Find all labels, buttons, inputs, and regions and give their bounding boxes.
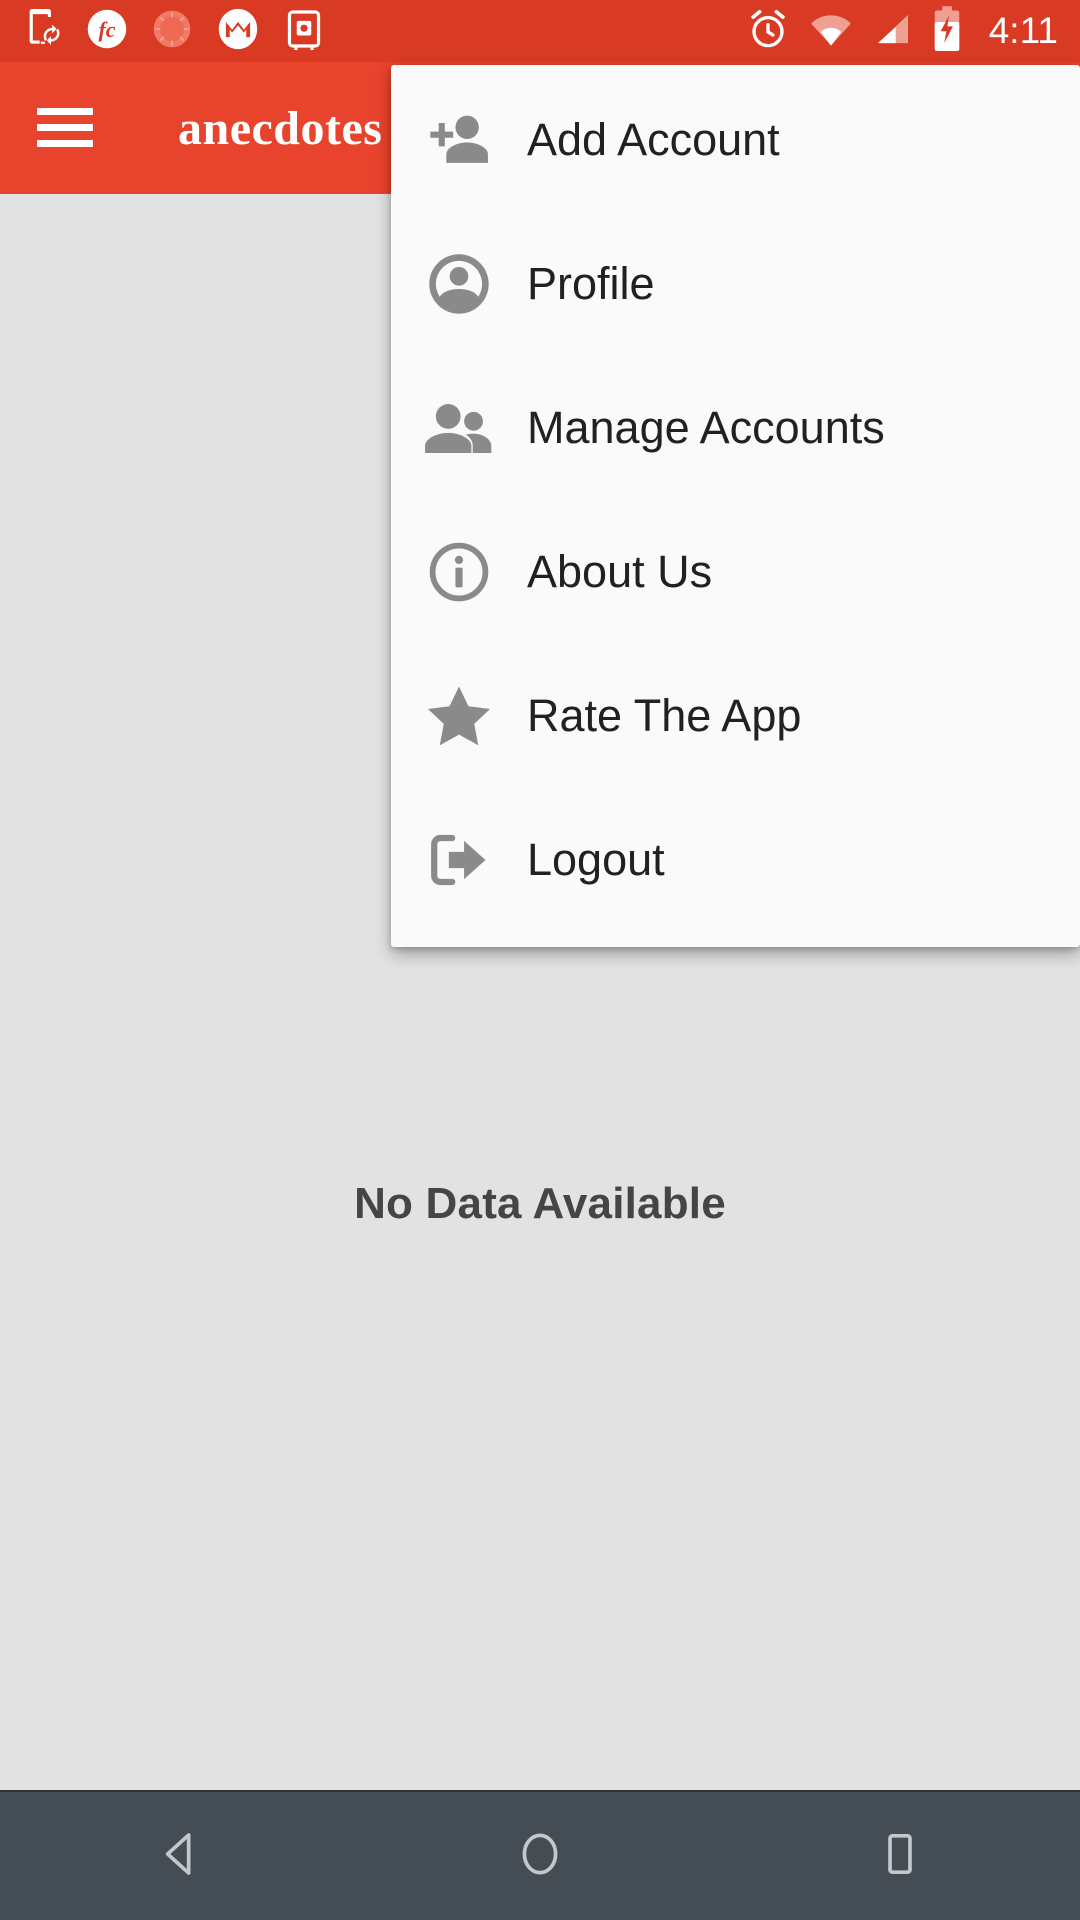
- back-triangle-icon: [154, 1828, 206, 1885]
- status-bar-left-icons: fc: [22, 7, 747, 56]
- recents-button[interactable]: [800, 1791, 1000, 1920]
- alarm-clock-icon: [747, 8, 789, 55]
- phone-sync-icon: [22, 7, 62, 56]
- fc-badge-icon: fc: [86, 8, 128, 55]
- safe-box-icon: [284, 8, 324, 55]
- status-bar-clock: 4:11: [988, 10, 1058, 51]
- hamburger-menu-button[interactable]: [0, 62, 130, 194]
- status-bar-right-icons: 4:11: [747, 5, 1058, 57]
- menu-item-label: Rate The App: [527, 690, 802, 741]
- menu-item-label: Add Account: [527, 114, 780, 165]
- menu-item-manage-accounts[interactable]: Manage Accounts: [391, 356, 1080, 500]
- overflow-menu: Add Account Profile Manage Accounts Abou…: [391, 65, 1080, 947]
- info-outline-icon: [421, 534, 497, 610]
- menu-item-profile[interactable]: Profile: [391, 212, 1080, 356]
- account-circle-icon: [421, 246, 497, 322]
- status-bar: fc 4:11: [0, 0, 1080, 62]
- sunburst-circle-icon: [152, 9, 192, 54]
- menu-item-label: Logout: [527, 834, 665, 885]
- back-button[interactable]: [80, 1791, 280, 1920]
- menu-item-rate-the-app[interactable]: Rate The App: [391, 644, 1080, 788]
- wifi-icon: [809, 8, 853, 55]
- menu-item-logout[interactable]: Logout: [391, 788, 1080, 932]
- people-icon: [421, 390, 497, 466]
- person-add-icon: [421, 102, 497, 178]
- home-circle-icon: [514, 1828, 566, 1885]
- empty-state-message: No Data Available: [354, 1179, 726, 1228]
- hamburger-icon: [37, 108, 93, 148]
- home-button[interactable]: [440, 1791, 640, 1920]
- menu-item-about-us[interactable]: About Us: [391, 500, 1080, 644]
- menu-item-label: Profile: [527, 258, 655, 309]
- motorola-logo-icon: [216, 7, 260, 56]
- star-icon: [421, 678, 497, 754]
- system-navigation-bar: [0, 1790, 1080, 1920]
- exit-to-app-icon: [421, 822, 497, 898]
- page-title: anecdotes: [178, 101, 383, 155]
- battery-charging-icon: [933, 5, 961, 57]
- menu-item-label: About Us: [527, 546, 713, 597]
- menu-item-add-account[interactable]: Add Account: [391, 68, 1080, 212]
- svg-text:fc: fc: [99, 17, 116, 41]
- recents-square-icon: [874, 1828, 926, 1885]
- phone-screen: fc 4:11 anecdotes No Data Available Add …: [0, 0, 1080, 1920]
- menu-item-label: Manage Accounts: [527, 402, 885, 453]
- cellular-signal-icon: [873, 9, 913, 54]
